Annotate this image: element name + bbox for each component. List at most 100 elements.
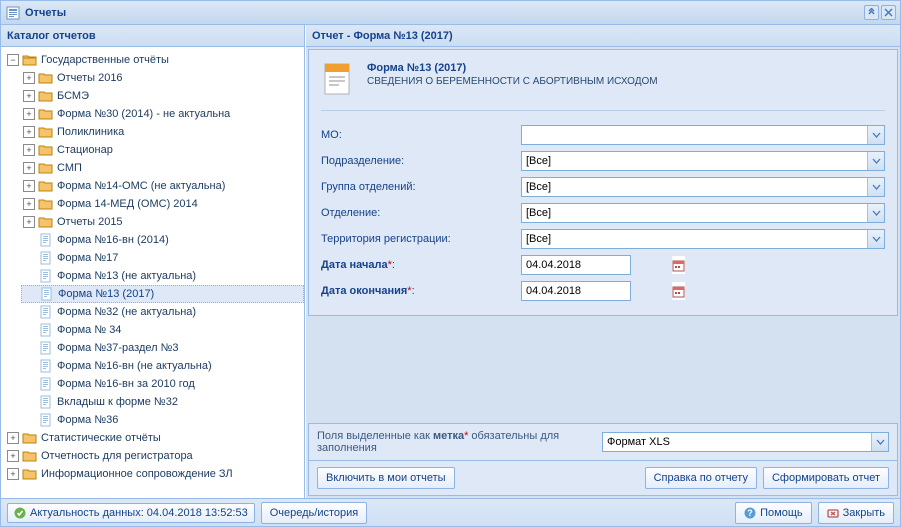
collapse-button[interactable] (864, 5, 879, 20)
chevron-down-icon[interactable] (867, 152, 884, 170)
chevron-down-icon[interactable] (867, 126, 884, 144)
chevron-down-icon[interactable] (871, 433, 888, 451)
tree-node-item[interactable]: Форма №16-вн (не актуальна) (21, 357, 304, 375)
tree-node-item[interactable]: Форма №16-вн за 2010 год (21, 375, 304, 393)
tree-node-folder[interactable]: +Отчеты 2015 (21, 213, 304, 231)
tree-node-folder[interactable]: + СМП (21, 159, 304, 177)
help-button[interactable]: ? Помощь (735, 502, 812, 524)
tree-node-folder[interactable]: +Форма 14-МЕД (ОМС) 2014 (21, 195, 304, 213)
tree-node-folder[interactable]: +БСМЭ (21, 87, 304, 105)
plus-icon[interactable]: + (23, 108, 35, 120)
plus-icon[interactable]: + (23, 144, 35, 156)
label-mo: МО: (321, 129, 521, 141)
calendar-icon[interactable] (672, 256, 685, 274)
minus-icon[interactable]: − (7, 54, 19, 66)
plus-icon[interactable]: + (23, 72, 35, 84)
chevron-down-icon[interactable] (867, 230, 884, 248)
tree-node-item[interactable]: Вкладыш к форме №32 (21, 393, 304, 411)
folder-icon (38, 70, 54, 86)
plus-icon[interactable]: + (7, 450, 19, 462)
toggle-blank (23, 270, 35, 282)
tree-node-item[interactable]: Форма №17 (21, 249, 304, 267)
close-window-button[interactable]: Закрыть (818, 502, 894, 524)
close-button[interactable] (881, 5, 896, 20)
tree-node-item[interactable]: Форма № 34 (21, 321, 304, 339)
tree-node-folder[interactable]: +Стационар (21, 141, 304, 159)
input-format[interactable] (603, 433, 871, 451)
tree-node-folder[interactable]: + Отчетность для регистратора (5, 447, 304, 465)
report-info: Форма №13 (2017) СВЕДЕНИЯ О БЕРЕМЕННОСТИ… (321, 62, 885, 111)
tree-node-folder[interactable]: + Форма №30 (2014) - не актуальна (21, 105, 304, 123)
reference-button[interactable]: Справка по отчету (645, 467, 757, 489)
input-unit[interactable] (522, 152, 867, 170)
chevron-down-icon[interactable] (867, 178, 884, 196)
toggle-blank (23, 378, 35, 390)
tree-label: Отчеты 2016 (57, 72, 123, 84)
queue-button[interactable]: Очередь/история (261, 502, 368, 524)
form-button-row: Включить в мои отчеты Справка по отчету … (308, 461, 898, 496)
tree-label: Государственные отчёты (41, 54, 169, 66)
combo-territory[interactable] (521, 229, 885, 249)
document-icon (39, 286, 55, 302)
date-end[interactable] (521, 281, 631, 301)
input-end[interactable] (522, 282, 672, 300)
tree-node-folder[interactable]: +Поликлиника (21, 123, 304, 141)
input-dept[interactable] (522, 204, 867, 222)
document-icon (38, 304, 54, 320)
document-icon (38, 322, 54, 338)
plus-icon[interactable]: + (7, 432, 19, 444)
plus-icon[interactable]: + (23, 180, 35, 192)
input-start[interactable] (522, 256, 672, 274)
tree-label: СМП (57, 162, 82, 174)
tree-node-item[interactable]: Форма №37-раздел №3 (21, 339, 304, 357)
titlebar: Отчеты (1, 1, 900, 25)
tree-node-item[interactable]: Форма №36 (21, 411, 304, 429)
plus-icon[interactable]: + (23, 162, 35, 174)
input-mo[interactable] (522, 126, 867, 144)
label-dept: Отделение: (321, 207, 521, 219)
combo-deptgroup[interactable] (521, 177, 885, 197)
plus-icon[interactable]: + (23, 90, 35, 102)
plus-icon[interactable]: + (7, 468, 19, 480)
input-territory[interactable] (522, 230, 867, 248)
report-panel: Отчет - Форма №13 (2017) Форма №13 (2017… (305, 25, 900, 498)
tree-label: Форма №30 (2014) - не актуальна (57, 108, 230, 120)
actuality-chip[interactable]: Актуальность данных: 04.04.2018 13:52:53 (7, 503, 255, 523)
toggle-blank (23, 396, 35, 408)
plus-icon[interactable]: + (23, 216, 35, 228)
build-button[interactable]: Сформировать отчет (763, 467, 889, 489)
tree-node-folder[interactable]: +Статистические отчёты (5, 429, 304, 447)
document-icon (38, 340, 54, 356)
folder-icon (22, 448, 38, 464)
combo-mo[interactable] (521, 125, 885, 145)
catalog-tree[interactable]: − Государственные отчёты + Отчеты 2016 +БС… (1, 47, 304, 498)
tree-node-item[interactable]: Форма №32 (не актуальна) (21, 303, 304, 321)
tree-node-folder[interactable]: +Информационное сопровождение ЗЛ (5, 465, 304, 483)
input-deptgroup[interactable] (522, 178, 867, 196)
catalog-panel: Каталог отчетов − Государственные отчёты… (1, 25, 305, 498)
document-icon (38, 376, 54, 392)
tree-node-item[interactable]: Форма №16-вн (2014) (21, 231, 304, 249)
tree-label: Отчетность для регистратора (41, 450, 193, 462)
tree-node-item[interactable]: Форма №13 (не актуальна) (21, 267, 304, 285)
combo-format[interactable] (602, 432, 889, 452)
combo-unit[interactable] (521, 151, 885, 171)
body: Каталог отчетов − Государственные отчёты… (1, 25, 900, 498)
actuality-text: Актуальность данных: 04.04.2018 13:52:53 (30, 507, 248, 519)
plus-icon[interactable]: + (23, 126, 35, 138)
include-button[interactable]: Включить в мои отчеты (317, 467, 455, 489)
date-start[interactable] (521, 255, 631, 275)
document-icon (38, 394, 54, 410)
tree-node-folder[interactable]: + Отчеты 2016 (21, 69, 304, 87)
folder-icon (38, 160, 54, 176)
plus-icon[interactable]: + (23, 198, 35, 210)
label-end: Дата окончания*: (321, 285, 521, 297)
help-icon: ? (744, 507, 756, 519)
combo-dept[interactable] (521, 203, 885, 223)
tree-node-root[interactable]: − Государственные отчёты (5, 51, 304, 69)
chevron-down-icon[interactable] (867, 204, 884, 222)
tree-label: Вкладыш к форме №32 (57, 396, 178, 408)
calendar-icon[interactable] (672, 282, 685, 300)
tree-node-folder[interactable]: +Форма №14-ОМС (не актуальна) (21, 177, 304, 195)
tree-node-item[interactable]: Форма №13 (2017) (21, 285, 304, 303)
